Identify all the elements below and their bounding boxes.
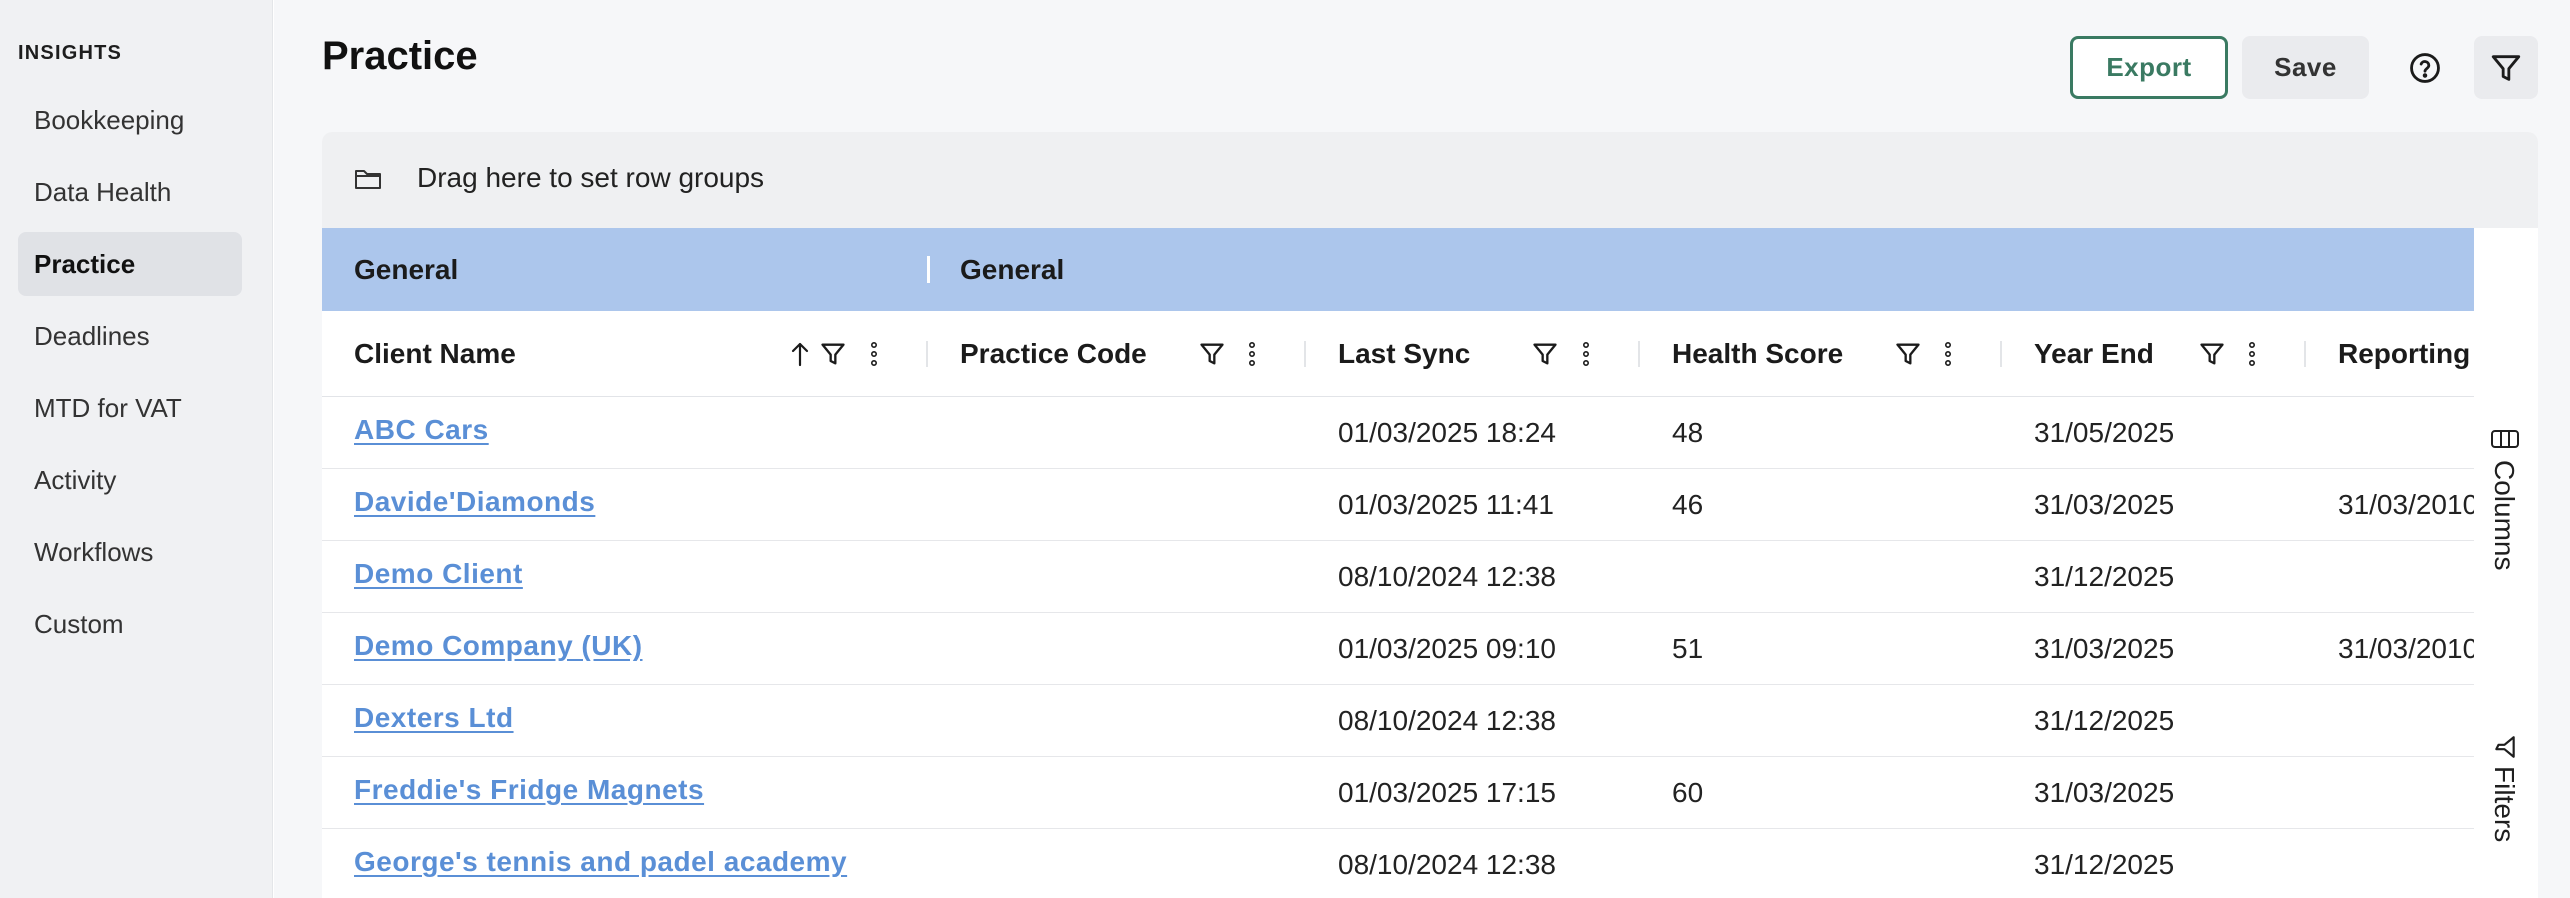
sidebar-item-workflows[interactable]: Workflows	[18, 520, 242, 584]
columns-icon	[2491, 430, 2519, 448]
last-sync-cell: 08/10/2024 12:38	[1338, 705, 1556, 736]
column-menu-icon[interactable]	[1582, 339, 1590, 369]
sidebar-heading: INSIGHTS	[18, 42, 123, 64]
client-link[interactable]: George's tennis and padel academy	[354, 846, 847, 878]
client-link[interactable]: ABC Cars	[354, 414, 489, 446]
year-end-cell: 31/03/2025	[2034, 489, 2175, 520]
year-end-cell: 31/03/2025	[2034, 777, 2175, 808]
page-title: Practice	[322, 34, 478, 78]
sidebar-item-deadlines[interactable]: Deadlines	[18, 304, 242, 368]
health-score-cell: 48	[1672, 417, 1704, 448]
column-header-label: Reporting	[2338, 338, 2471, 369]
year-end-cell: 31/03/2025	[2034, 633, 2175, 664]
column-menu-icon[interactable]	[870, 339, 878, 369]
column-header-label: Health Score	[1672, 338, 1844, 369]
folder-icon	[355, 170, 381, 189]
table-row: ABC Cars 01/03/2025 18:24 48 31/05/2025	[322, 397, 2474, 469]
client-link[interactable]: Demo Client	[354, 558, 523, 590]
client-link[interactable]: Demo Company (UK)	[354, 630, 643, 662]
table-row: George's tennis and padel academy 08/10/…	[322, 829, 2474, 898]
last-sync-cell: 01/03/2025 17:15	[1338, 777, 1556, 808]
year-end-cell: 31/05/2025	[2034, 417, 2175, 448]
client-name-cell[interactable]: Davide'Diamonds	[354, 466, 595, 538]
column-header-client-name[interactable]: Client Name	[322, 311, 928, 397]
column-header-health-score[interactable]: Health Score	[1640, 311, 2002, 397]
table-row: Freddie's Fridge Magnets 01/03/2025 17:1…	[322, 757, 2474, 829]
last-sync-cell: 01/03/2025 18:24	[1338, 417, 1556, 448]
sidebar: INSIGHTS Bookkeeping Data Health Practic…	[0, 0, 273, 898]
export-button[interactable]: Export	[2070, 36, 2228, 99]
help-button[interactable]	[2393, 36, 2457, 99]
row-group-drop-zone[interactable]: Drag here to set row groups	[322, 132, 2538, 228]
reporting-cell: 31/03/2010	[2338, 489, 2474, 520]
table-row: Demo Client 08/10/2024 12:38 31/12/2025	[322, 541, 2474, 613]
year-end-cell: 31/12/2025	[2034, 561, 2175, 592]
row-group-placeholder: Drag here to set row groups	[417, 162, 765, 193]
column-header-year-end[interactable]: Year End	[2002, 311, 2306, 397]
sidebar-item-practice[interactable]: Practice	[18, 232, 242, 296]
sidebar-item-custom[interactable]: Custom	[18, 592, 242, 656]
column-header-label: Year End	[2034, 338, 2154, 369]
column-header-label: Client Name	[354, 338, 516, 369]
client-name-cell[interactable]: Freddie's Fridge Magnets	[354, 754, 704, 826]
sidebar-item-mtd-for-vat[interactable]: MTD for VAT	[18, 376, 242, 440]
column-filter-icon[interactable]	[819, 339, 847, 369]
columns-tab-label: Columns	[2489, 460, 2520, 571]
sidebar-item-bookkeeping[interactable]: Bookkeeping	[18, 88, 242, 152]
filter-toggle-button[interactable]	[2474, 36, 2538, 99]
sidebar-item-data-health[interactable]: Data Health	[18, 160, 242, 224]
column-group-divider	[927, 256, 930, 283]
client-link[interactable]: Davide'Diamonds	[354, 486, 595, 518]
column-filter-icon[interactable]	[1198, 339, 1226, 369]
column-menu-icon[interactable]	[2248, 339, 2256, 369]
side-panel-tabs: Columns Filters	[2474, 228, 2538, 898]
columns-tab[interactable]: Columns	[2474, 428, 2538, 588]
last-sync-cell: 01/03/2025 11:41	[1338, 489, 1554, 520]
column-header-last-sync[interactable]: Last Sync	[1306, 311, 1640, 397]
table-row: Davide'Diamonds 01/03/2025 11:41 46 31/0…	[322, 469, 2474, 541]
client-link[interactable]: Dexters Ltd	[354, 702, 514, 734]
client-name-cell[interactable]: George's tennis and padel academy	[354, 826, 847, 898]
column-filter-icon[interactable]	[2198, 339, 2226, 369]
client-name-cell[interactable]: Dexters Ltd	[354, 682, 514, 754]
filters-tab[interactable]: Filters	[2474, 734, 2538, 874]
column-header-label: Practice Code	[960, 338, 1147, 369]
client-name-cell[interactable]: Demo Company (UK)	[354, 610, 643, 682]
column-filter-icon[interactable]	[1894, 339, 1922, 369]
year-end-cell: 31/12/2025	[2034, 705, 2175, 736]
last-sync-cell: 08/10/2024 12:38	[1338, 561, 1556, 592]
column-header-reporting[interactable]: Reporting	[2306, 311, 2474, 397]
sort-ascending-icon[interactable]	[789, 339, 811, 369]
data-grid: Drag here to set row groups General Gene…	[322, 132, 2538, 898]
client-name-cell[interactable]: Demo Client	[354, 538, 523, 610]
column-group-general: General	[960, 253, 1065, 285]
client-link[interactable]: Freddie's Fridge Magnets	[354, 774, 704, 806]
save-button[interactable]: Save	[2242, 36, 2369, 99]
grid-body: General General Client Name Practice Cod…	[322, 228, 2474, 898]
column-menu-icon[interactable]	[1944, 339, 1952, 369]
client-name-cell[interactable]: ABC Cars	[354, 394, 489, 466]
last-sync-cell: 01/03/2025 09:10	[1338, 633, 1556, 664]
column-header-label: Last Sync	[1338, 338, 1471, 369]
last-sync-cell: 08/10/2024 12:38	[1338, 849, 1556, 880]
health-score-cell: 46	[1672, 489, 1704, 520]
table-row: Dexters Ltd 08/10/2024 12:38 31/12/2025	[322, 685, 2474, 757]
column-header-practice-code[interactable]: Practice Code	[928, 311, 1306, 397]
column-filter-icon[interactable]	[1531, 339, 1559, 369]
column-menu-icon[interactable]	[1248, 339, 1256, 369]
filter-icon	[2495, 736, 2515, 758]
filter-icon	[2491, 54, 2521, 81]
column-group-general: General	[354, 253, 459, 285]
table-row: Demo Company (UK) 01/03/2025 09:10 51 31…	[322, 613, 2474, 685]
main-content: Practice Export Save Drag here to set ro…	[274, 0, 2570, 898]
health-score-cell: 51	[1672, 633, 1704, 664]
help-icon	[2410, 52, 2440, 83]
column-group-header-row: General General	[322, 228, 2474, 311]
column-header-row: Client Name Practice Code Last Sync Heal…	[322, 311, 2474, 397]
reporting-cell: 31/03/2010	[2338, 633, 2474, 664]
year-end-cell: 31/12/2025	[2034, 849, 2175, 880]
filters-tab-label: Filters	[2489, 766, 2520, 843]
health-score-cell: 60	[1672, 777, 1704, 808]
sidebar-item-activity[interactable]: Activity	[18, 448, 242, 512]
